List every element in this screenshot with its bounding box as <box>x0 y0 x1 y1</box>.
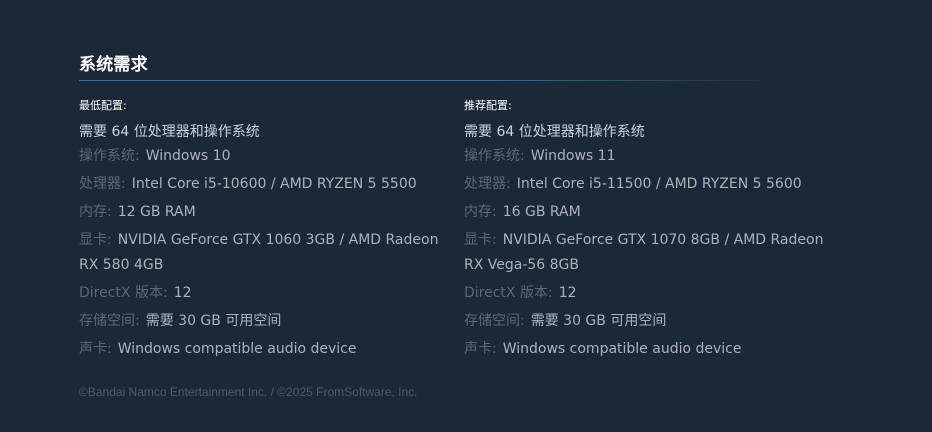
minimum-memory: 内存: 12 GB RAM <box>79 200 459 225</box>
recommended-storage: 存储空间: 需要 30 GB 可用空间 <box>464 309 844 334</box>
minimum-directx: DirectX 版本: 12 <box>79 281 459 306</box>
minimum-processor: 处理器: Intel Core i5-10600 / AMD RYZEN 5 55… <box>79 172 459 197</box>
req-value: Intel Core i5-10600 / AMD RYZEN 5 5500 <box>131 176 417 192</box>
req-value: 12 <box>558 285 577 301</box>
recommended-sound: 声卡: Windows compatible audio device <box>464 337 844 362</box>
recommended-requirements: 推荐配置: 需要 64 位处理器和操作系统 操作系统: Windows 11 处理… <box>464 98 844 365</box>
req-value: Windows compatible audio device <box>502 341 742 357</box>
req-value: Windows 10 <box>145 148 231 164</box>
recommended-64bit-note: 需要 64 位处理器和操作系统 <box>464 124 645 140</box>
req-label: DirectX 版本: <box>464 285 553 301</box>
req-value: 需要 30 GB 可用空间 <box>145 313 282 329</box>
recommended-directx: DirectX 版本: 12 <box>464 281 844 306</box>
recommended-memory: 内存: 16 GB RAM <box>464 200 844 225</box>
section-title: 系统需求 <box>79 55 148 75</box>
req-label: 存储空间: <box>464 313 525 329</box>
system-requirements-section: 系统需求 <box>79 54 759 97</box>
req-value: Windows compatible audio device <box>117 341 357 357</box>
recommended-graphics: 显卡: NVIDIA GeForce GTX 1070 8GB / AMD Rad… <box>464 228 844 278</box>
minimum-storage: 存储空间: 需要 30 GB 可用空间 <box>79 309 459 334</box>
req-value: NVIDIA GeForce GTX 1070 8GB / AMD Radeon… <box>464 232 824 273</box>
req-value: 12 GB RAM <box>117 204 196 220</box>
minimum-graphics: 显卡: NVIDIA GeForce GTX 1060 3GB / AMD Rad… <box>79 228 459 278</box>
req-value: NVIDIA GeForce GTX 1060 3GB / AMD Radeon… <box>79 232 439 273</box>
req-value: Intel Core i5-11500 / AMD RYZEN 5 5600 <box>516 176 802 192</box>
title-divider <box>79 80 759 81</box>
req-label: 显卡: <box>79 232 112 248</box>
req-label: 内存: <box>464 204 497 220</box>
minimum-header: 最低配置: <box>79 99 127 112</box>
req-value: 16 GB RAM <box>502 204 581 220</box>
recommended-list: 需要 64 位处理器和操作系统 操作系统: Windows 11 处理器: Inte… <box>464 120 844 362</box>
minimum-list: 需要 64 位处理器和操作系统 操作系统: Windows 10 处理器: Inte… <box>79 120 459 362</box>
recommended-os: 操作系统: Windows 11 <box>464 144 844 169</box>
req-label: 操作系统: <box>464 148 525 164</box>
minimum-requirements: 最低配置: 需要 64 位处理器和操作系统 操作系统: Windows 10 处理… <box>79 98 459 365</box>
req-label: 显卡: <box>464 232 497 248</box>
minimum-os: 操作系统: Windows 10 <box>79 144 459 169</box>
req-label: 操作系统: <box>79 148 140 164</box>
req-value: Windows 11 <box>530 148 616 164</box>
copyright-notice: ©Bandai Namco Entertainment Inc. / ©2025… <box>79 385 418 399</box>
req-label: 内存: <box>79 204 112 220</box>
recommended-header: 推荐配置: <box>464 99 512 112</box>
req-value: 12 <box>173 285 192 301</box>
req-label: 声卡: <box>79 341 112 357</box>
req-label: 存储空间: <box>79 313 140 329</box>
req-label: DirectX 版本: <box>79 285 168 301</box>
req-value: 需要 30 GB 可用空间 <box>530 313 667 329</box>
req-label: 处理器: <box>464 176 511 192</box>
minimum-64bit-note: 需要 64 位处理器和操作系统 <box>79 124 260 140</box>
minimum-sound: 声卡: Windows compatible audio device <box>79 337 459 362</box>
req-label: 声卡: <box>464 341 497 357</box>
requirements-columns: 最低配置: 需要 64 位处理器和操作系统 操作系统: Windows 10 处理… <box>79 98 879 358</box>
recommended-processor: 处理器: Intel Core i5-11500 / AMD RYZEN 5 56… <box>464 172 844 197</box>
req-label: 处理器: <box>79 176 126 192</box>
